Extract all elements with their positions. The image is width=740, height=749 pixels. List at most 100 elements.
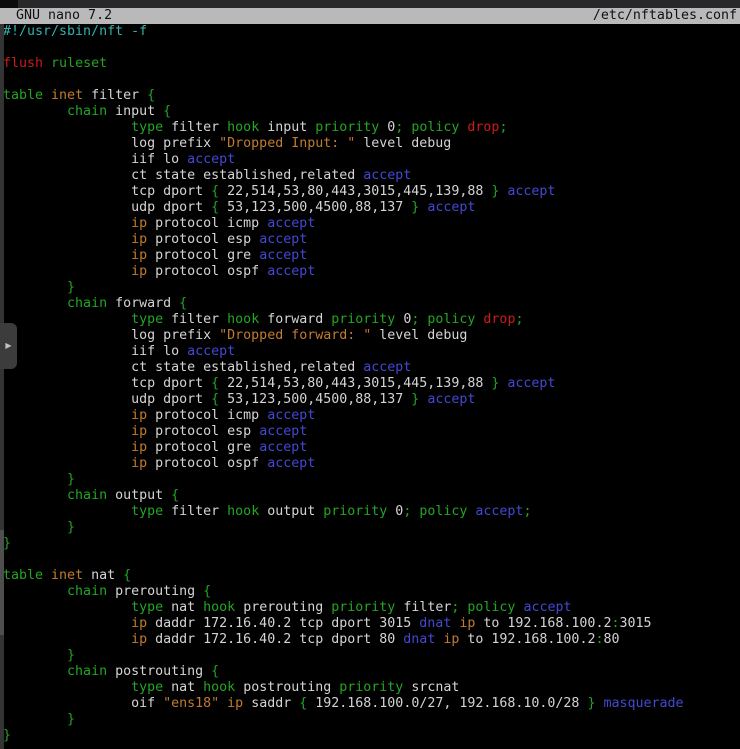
code-segment: accept [427, 200, 475, 215]
code-segment: udp dport [3, 392, 211, 407]
code-segment [3, 664, 67, 679]
code-segment: } [67, 280, 75, 295]
code-line[interactable]: ip daddr 172.16.40.2 tcp dport 3015 dnat… [3, 616, 740, 632]
code-segment: accept [267, 216, 315, 231]
code-segment: priority [331, 312, 395, 327]
code-segment: ip [227, 696, 243, 711]
code-segment: filter [83, 88, 147, 103]
code-segment: output [259, 504, 323, 519]
code-segment: 53,123,500,4500,88,137 [219, 392, 411, 407]
code-line[interactable]: ip protocol icmp accept [3, 216, 740, 232]
code-line[interactable]: table inet nat { [3, 568, 740, 584]
code-line[interactable]: } [3, 728, 740, 744]
code-segment [3, 616, 131, 631]
code-line[interactable]: type nat hook prerouting priority filter… [3, 600, 740, 616]
code-line[interactable]: iif lo accept [3, 152, 740, 168]
code-line[interactable]: ip protocol icmp accept [3, 408, 740, 424]
code-line[interactable]: ip protocol esp accept [3, 424, 740, 440]
code-segment: hook [203, 680, 235, 695]
code-line[interactable]: ip protocol gre accept [3, 248, 740, 264]
code-segment: chain [67, 296, 107, 311]
code-line[interactable]: type filter hook output priority 0; poli… [3, 504, 740, 520]
code-line[interactable]: oif "ens18" ip saddr { 192.168.100.0/27,… [3, 696, 740, 712]
code-segment: postrouting [235, 680, 339, 695]
code-line[interactable]: chain forward { [3, 296, 740, 312]
code-segment: ip [131, 456, 147, 471]
code-line[interactable]: log prefix "Dropped Input: " level debug [3, 136, 740, 152]
code-segment: { [163, 104, 171, 119]
code-line[interactable]: } [3, 648, 740, 664]
code-segment: prerouting [107, 584, 203, 599]
code-line[interactable] [3, 72, 740, 88]
code-segment: input [107, 104, 163, 119]
code-segment: { [211, 664, 219, 679]
code-line[interactable]: ct state established,related accept [3, 168, 740, 184]
code-line[interactable]: tcp dport { 22,514,53,80,443,3015,445,13… [3, 184, 740, 200]
code-line[interactable]: udp dport { 53,123,500,4500,88,137 } acc… [3, 200, 740, 216]
code-line[interactable]: } [3, 712, 740, 728]
code-line[interactable]: ip protocol gre accept [3, 440, 740, 456]
code-line[interactable]: udp dport { 53,123,500,4500,88,137 } acc… [3, 392, 740, 408]
code-line[interactable]: #!/usr/sbin/nft -f [3, 24, 740, 40]
code-line[interactable]: type filter hook forward priority 0; pol… [3, 312, 740, 328]
code-segment: protocol ospf [147, 456, 267, 471]
code-segment: } [67, 520, 75, 535]
code-line[interactable]: ip protocol esp accept [3, 232, 740, 248]
code-segment: drop [467, 120, 499, 135]
scrollbar-thumb[interactable] [0, 530, 4, 635]
code-segment: 22,514,53,80,443,3015,445,139,88 [219, 376, 491, 391]
code-line[interactable]: table inet filter { [3, 88, 740, 104]
code-segment: nat [163, 680, 203, 695]
side-panel-toggle[interactable]: ▶ [0, 323, 17, 369]
code-line[interactable]: } [3, 280, 740, 296]
code-segment: } [67, 472, 75, 487]
code-line[interactable]: chain prerouting { [3, 584, 740, 600]
code-segment [3, 584, 67, 599]
code-line[interactable]: chain output { [3, 488, 740, 504]
code-segment: accept [187, 152, 235, 167]
code-segment: "ens18" [163, 696, 219, 711]
code-segment [3, 232, 131, 247]
code-segment: 0 [379, 120, 395, 135]
code-segment: accept [363, 360, 411, 375]
code-segment: hook [227, 312, 259, 327]
code-line[interactable] [3, 552, 740, 568]
code-line[interactable]: } [3, 520, 740, 536]
code-line[interactable]: type nat hook postrouting priority srcna… [3, 680, 740, 696]
code-line[interactable]: ip daddr 172.16.40.2 tcp dport 80 dnat i… [3, 632, 740, 648]
code-line[interactable]: } [3, 472, 740, 488]
left-scrollbar-track[interactable] [0, 24, 4, 749]
code-segment: daddr 172.16.40.2 tcp dport 3015 [147, 616, 419, 631]
code-segment: { [211, 184, 219, 199]
code-segment [3, 120, 131, 135]
code-line[interactable]: flush ruleset [3, 56, 740, 72]
code-segment: accept [363, 168, 411, 183]
code-segment: nat [83, 568, 123, 583]
code-segment: masquerade [603, 696, 683, 711]
code-line[interactable]: log prefix "Dropped forward: " level deb… [3, 328, 740, 344]
code-segment: priority [339, 680, 403, 695]
code-line[interactable]: chain input { [3, 104, 740, 120]
code-line[interactable]: tcp dport { 22,514,53,80,443,3015,445,13… [3, 376, 740, 392]
code-line[interactable] [3, 40, 740, 56]
code-segment: ip [131, 408, 147, 423]
code-segment [3, 280, 67, 295]
editor-content[interactable]: #!/usr/sbin/nft -f flush ruleset table ine… [0, 24, 740, 749]
code-line[interactable]: chain postrouting { [3, 664, 740, 680]
code-line[interactable]: type filter hook input priority 0; polic… [3, 120, 740, 136]
code-segment: protocol ospf [147, 264, 267, 279]
code-segment: flush [3, 56, 43, 71]
code-line[interactable]: ip protocol ospf accept [3, 264, 740, 280]
code-line[interactable]: } [3, 536, 740, 552]
code-segment: priority [323, 504, 387, 519]
code-line[interactable]: iif lo accept [3, 344, 740, 360]
code-segment: ip [131, 440, 147, 455]
code-line[interactable]: ip protocol ospf accept [3, 456, 740, 472]
code-segment: } [3, 536, 11, 551]
code-segment: filter [163, 504, 227, 519]
code-line[interactable]: ct state established,related accept [3, 360, 740, 376]
code-segment [3, 264, 131, 279]
code-segment: ip [131, 216, 147, 231]
code-segment [3, 312, 131, 327]
code-segment: ip [443, 632, 459, 647]
